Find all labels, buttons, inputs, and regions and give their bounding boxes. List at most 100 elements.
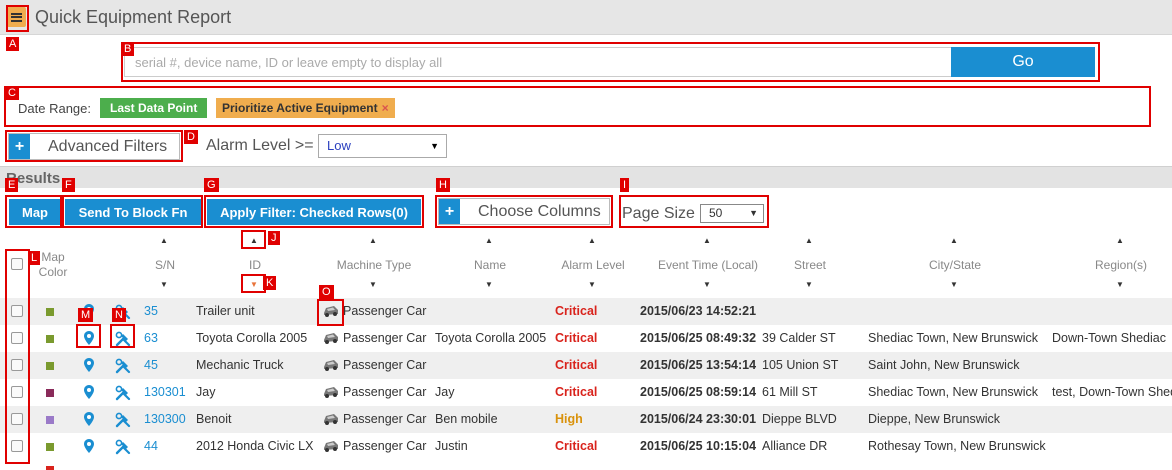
cell-event-time: 2015/06/23 14:52:21: [640, 304, 757, 318]
cell-region: Down-Town Shediac: [1052, 331, 1166, 345]
page-size-select[interactable]: 50 ▼: [700, 204, 764, 223]
row-checkbox[interactable]: [11, 305, 23, 317]
sort-down-icon[interactable]: ▼: [160, 280, 168, 289]
sort-up-icon[interactable]: ▲: [369, 236, 377, 245]
tools-icon[interactable]: [115, 412, 131, 428]
passenger-car-icon: [322, 304, 340, 318]
col-machine-type[interactable]: Machine Type: [324, 258, 424, 272]
cell-alarm-level: Critical: [555, 439, 598, 453]
tools-icon[interactable]: [115, 358, 131, 374]
col-id[interactable]: ID: [235, 258, 275, 272]
passenger-car-icon: [322, 385, 340, 399]
sort-up-icon[interactable]: ▲: [703, 236, 711, 245]
hamburger-menu-button[interactable]: [7, 7, 26, 27]
cell-city-state: Rothesay Town, New Brunswick: [868, 439, 1046, 453]
map-pin-icon[interactable]: [84, 358, 94, 372]
cell-event-time: 2015/06/25 08:49:32: [640, 331, 757, 345]
sort-up-icon[interactable]: ▲: [250, 236, 258, 245]
row-checkbox[interactable]: [11, 386, 23, 398]
annotation-label: K: [263, 276, 277, 290]
cell-city-state: Saint John, New Brunswick: [868, 358, 1020, 372]
sort-down-icon[interactable]: ▼: [485, 280, 493, 289]
cell-alarm-level: Critical: [555, 304, 598, 318]
search-input[interactable]: [124, 47, 951, 77]
cell-name: Toyota Corolla 2005: [435, 331, 547, 345]
passenger-car-icon: [322, 331, 340, 345]
col-event-time[interactable]: Event Time (Local): [643, 258, 773, 272]
cell-city-state: Shediac Town, New Brunswick: [868, 385, 1038, 399]
col-region[interactable]: Region(s): [1086, 258, 1156, 272]
cell-sn[interactable]: 130300: [144, 412, 186, 426]
go-button[interactable]: Go: [951, 47, 1095, 77]
cell-street: 61 Mill ST: [762, 385, 818, 399]
col-street[interactable]: Street: [780, 258, 840, 272]
sort-down-icon[interactable]: ▼: [588, 280, 596, 289]
cell-sn[interactable]: 44: [144, 439, 158, 453]
col-sn[interactable]: S/N: [145, 258, 185, 272]
map-pin-icon[interactable]: [84, 385, 94, 399]
tools-icon[interactable]: [115, 385, 131, 401]
cell-id: Mechanic Truck: [196, 358, 284, 372]
map-pin-icon[interactable]: [84, 412, 94, 426]
annotation-label: E: [5, 178, 19, 192]
sort-up-icon[interactable]: ▲: [485, 236, 493, 245]
sort-up-icon[interactable]: ▲: [805, 236, 813, 245]
row-checkbox[interactable]: [11, 440, 23, 452]
row-checkbox[interactable]: [11, 332, 23, 344]
cell-sn[interactable]: 63: [144, 331, 158, 345]
tools-icon[interactable]: [115, 439, 131, 455]
col-name[interactable]: Name: [460, 258, 520, 272]
tools-icon[interactable]: [115, 331, 131, 347]
cell-event-time: 2015/06/25 10:15:04: [640, 439, 757, 453]
col-alarm-level[interactable]: Alarm Level: [553, 258, 633, 272]
sort-down-icon[interactable]: ▼: [369, 280, 377, 289]
cell-machine-type: Passenger Car: [343, 439, 427, 453]
plus-icon: +: [439, 199, 460, 224]
dropdown-arrow-icon: ▼: [430, 141, 439, 151]
cell-alarm-level: High: [555, 412, 583, 426]
select-all-checkbox[interactable]: [11, 258, 23, 270]
table-row[interactable]: 63 Toyota Corolla 2005 Passenger Car Toy…: [0, 325, 1172, 352]
map-color-swatch: [46, 362, 54, 370]
table-row[interactable]: 44 2012 Honda Civic LX Passenger Car Jus…: [0, 433, 1172, 460]
send-to-block-button[interactable]: Send To Block Fn: [65, 199, 201, 225]
map-pin-icon[interactable]: [84, 331, 94, 345]
choose-columns-button[interactable]: + Choose Columns: [438, 198, 610, 225]
col-city-state[interactable]: City/State: [910, 258, 1000, 272]
sort-up-icon[interactable]: ▲: [160, 236, 168, 245]
table-row[interactable]: 45 Mechanic Truck Passenger Car Critical…: [0, 352, 1172, 379]
map-pin-icon[interactable]: [84, 439, 94, 453]
sort-down-icon[interactable]: ▼: [805, 280, 813, 289]
cell-street: 39 Calder ST: [762, 331, 836, 345]
alarm-level-select[interactable]: Low ▼: [318, 134, 447, 158]
sort-up-icon[interactable]: ▲: [950, 236, 958, 245]
row-checkbox[interactable]: [11, 359, 23, 371]
cell-sn[interactable]: 45: [144, 358, 158, 372]
sort-down-icon[interactable]: ▼: [250, 280, 258, 289]
table-row[interactable]: 130301 Jay Passenger Car Jay Critical 20…: [0, 379, 1172, 406]
sort-up-icon[interactable]: ▲: [1116, 236, 1124, 245]
plus-icon: +: [9, 134, 30, 159]
table-row[interactable]: 35 Trailer unit Passenger Car Critical 2…: [0, 298, 1172, 325]
apply-filter-button[interactable]: Apply Filter: Checked Rows(0): [207, 199, 421, 225]
cell-name: Jay: [435, 385, 455, 399]
cell-street: Alliance DR: [762, 439, 828, 453]
remove-chip-icon[interactable]: ×: [382, 101, 389, 115]
sort-up-icon[interactable]: ▲: [588, 236, 596, 245]
sort-down-icon[interactable]: ▼: [1116, 280, 1124, 289]
last-data-point-chip[interactable]: Last Data Point: [100, 98, 208, 118]
table-row[interactable]: 130300 Benoit Passenger Car Ben mobile H…: [0, 406, 1172, 433]
cell-name: Justin: [435, 439, 468, 453]
prioritize-active-chip[interactable]: Prioritize Active Equipment ×: [216, 98, 395, 118]
cell-sn[interactable]: 35: [144, 304, 158, 318]
cell-event-time: 2015/06/24 23:30:01: [640, 412, 757, 426]
advanced-filters-button[interactable]: + Advanced Filters: [8, 133, 180, 160]
sort-down-icon[interactable]: ▼: [703, 280, 711, 289]
sort-down-icon[interactable]: ▼: [950, 280, 958, 289]
map-button[interactable]: Map: [9, 199, 61, 225]
cell-machine-type: Passenger Car: [343, 304, 427, 318]
cell-sn[interactable]: 130301: [144, 385, 186, 399]
row-checkbox[interactable]: [11, 413, 23, 425]
cell-event-time: 2015/06/25 08:59:14: [640, 385, 757, 399]
map-color-swatch: [46, 308, 54, 316]
